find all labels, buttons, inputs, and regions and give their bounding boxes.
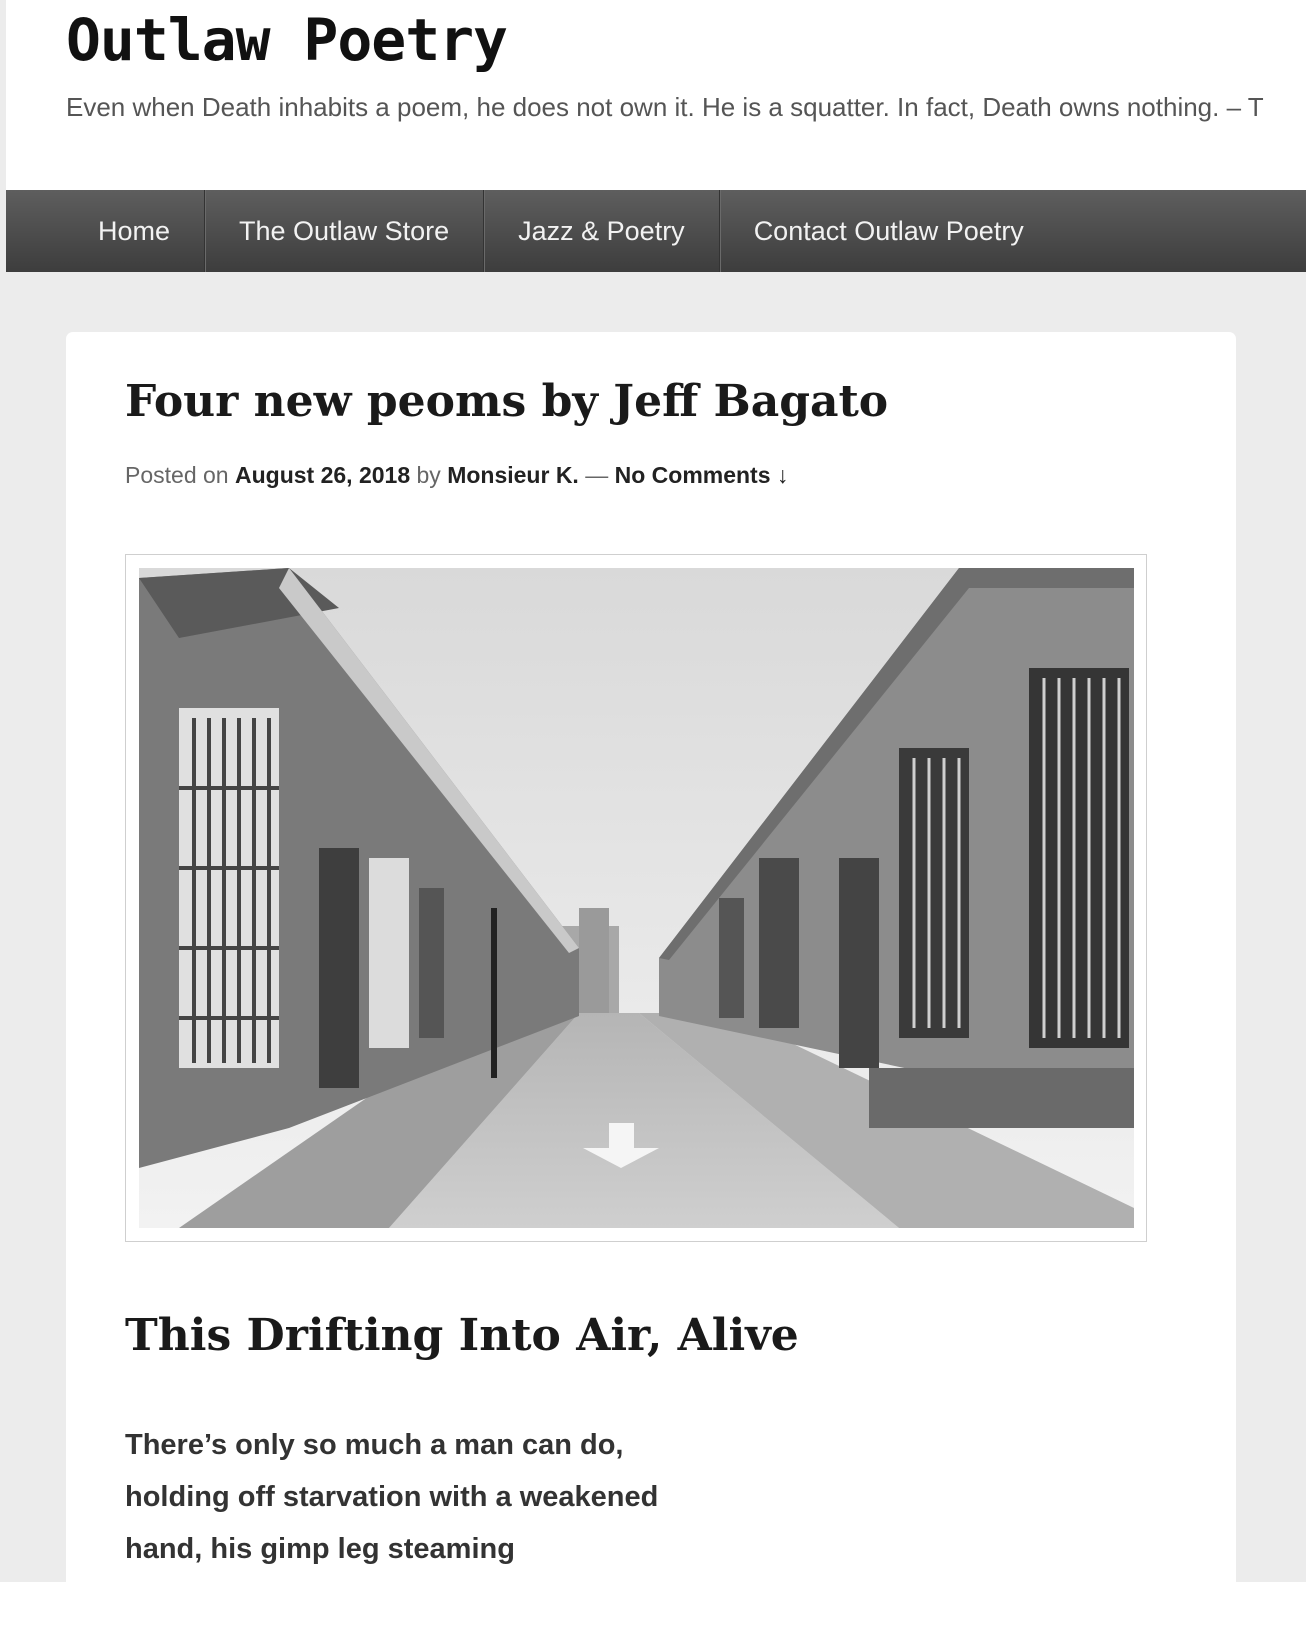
comments-link[interactable]: No Comments ↓	[615, 462, 789, 488]
poem-line: holding off starvation with a weakened	[125, 1481, 659, 1513]
site-title[interactable]: Outlaw Poetry	[66, 0, 508, 80]
meta-separator: —	[585, 462, 609, 488]
nav-item-contact[interactable]: Contact Outlaw Poetry	[720, 190, 1058, 272]
nav-item-home[interactable]: Home	[6, 190, 206, 272]
featured-image-frame	[125, 554, 1147, 1242]
site-tagline: Even when Death inhabits a poem, he does…	[66, 92, 1264, 122]
author-link[interactable]: Monsieur K.	[447, 462, 579, 488]
poem-body: There’s only so much a man can do, holdi…	[125, 1424, 658, 1580]
site-header: Outlaw Poetry Even when Death inhabits a…	[6, 0, 1306, 190]
street-photo-image	[139, 568, 1134, 1228]
nav-item-outlaw-store[interactable]: The Outlaw Store	[205, 190, 485, 272]
poem-line: hand, his gimp leg steaming	[125, 1533, 515, 1565]
poem-title: This Drifting Into Air, Alive	[125, 1310, 799, 1361]
by-label: by	[416, 462, 441, 488]
post-card: Four new peoms by Jeff Bagato Posted on …	[66, 332, 1236, 1632]
posted-on-label: Posted on	[125, 462, 229, 488]
post-title[interactable]: Four new peoms by Jeff Bagato	[125, 376, 888, 427]
post-date-link[interactable]: August 26, 2018	[235, 462, 410, 488]
post-meta: Posted on August 26, 2018 by Monsieur K.…	[125, 462, 788, 489]
nav-item-jazz-poetry[interactable]: Jazz & Poetry	[484, 190, 720, 272]
main-navigation: Home The Outlaw Store Jazz & Poetry Cont…	[6, 190, 1306, 272]
poem-line: There’s only so much a man can do,	[125, 1429, 624, 1461]
